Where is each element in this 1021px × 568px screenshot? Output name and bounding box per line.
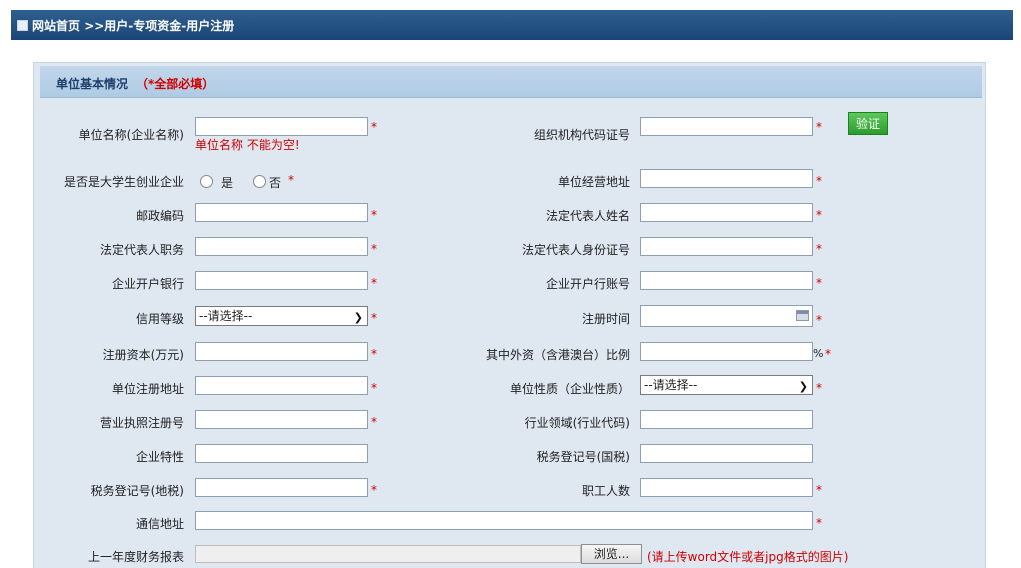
label-student-startup: 是否是大学生创业企业: [63, 175, 184, 189]
required-mark: *: [816, 242, 822, 256]
bank-input[interactable]: [195, 271, 368, 290]
label-bank: 企业开户银行: [111, 277, 184, 291]
required-mark: *: [825, 347, 831, 361]
required-mark: *: [371, 120, 377, 134]
reg-date-input[interactable]: [640, 305, 813, 327]
label-unit-name: 单位名称(企业名称): [78, 128, 184, 142]
browse-button[interactable]: 浏览...: [581, 544, 642, 564]
breadcrumb-path: >>用户-专项资金-用户注册: [80, 19, 235, 33]
label-reg-address: 单位注册地址: [111, 382, 184, 396]
required-mark: *: [371, 208, 377, 222]
license-no-input[interactable]: [195, 410, 368, 429]
required-mark: *: [371, 276, 377, 290]
label-legal-rep-name: 法定代表人姓名: [545, 209, 630, 223]
label-legal-rep-title: 法定代表人职务: [99, 243, 184, 257]
label-license-no: 营业执照注册号: [99, 416, 184, 430]
credit-level-value: --请选择--: [199, 309, 253, 323]
required-mark: *: [371, 483, 377, 497]
bank-account-input[interactable]: [640, 271, 813, 290]
home-link[interactable]: 网站首页: [32, 19, 80, 33]
org-code-input[interactable]: [640, 117, 813, 136]
radio-no[interactable]: [253, 175, 266, 188]
features-input[interactable]: [195, 444, 368, 463]
postcode-input[interactable]: [195, 203, 368, 222]
radio-yes-label: 是: [221, 176, 234, 190]
required-mark: *: [288, 173, 294, 187]
legal-rep-title-input[interactable]: [195, 237, 368, 256]
radio-yes[interactable]: [200, 175, 213, 188]
required-mark: *: [816, 516, 822, 530]
label-tax-national: 税务登记号(国税): [536, 450, 630, 464]
calendar-icon[interactable]: [796, 310, 809, 321]
label-tax-local: 税务登记号(地税): [90, 484, 184, 498]
label-last-year-report: 上一年度财务报表: [87, 550, 184, 564]
required-mark: *: [371, 347, 377, 361]
square-icon: [17, 20, 28, 31]
staff-count-input[interactable]: [640, 478, 813, 497]
label-mail-address: 通信地址: [135, 517, 184, 531]
reg-capital-input[interactable]: [195, 342, 368, 361]
required-mark: *: [816, 276, 822, 290]
required-mark: *: [816, 381, 822, 395]
label-credit-level: 信用等级: [135, 312, 184, 326]
credit-level-select[interactable]: --请选择-- ❯: [195, 306, 368, 326]
section-header: 单位基本情况 （*全部必填）: [40, 66, 982, 98]
top-nav-bar: 网站首页 >>用户-专项资金-用户注册: [11, 10, 1013, 40]
label-reg-date: 注册时间: [581, 312, 630, 326]
label-postcode: 邮政编码: [135, 209, 184, 223]
required-mark: *: [816, 120, 822, 134]
section-note: （*全部必填）: [136, 77, 215, 91]
label-reg-capital: 注册资本(万元): [102, 348, 184, 362]
unit-name-input[interactable]: [195, 117, 368, 136]
label-features: 企业特性: [135, 450, 184, 464]
required-mark: *: [371, 242, 377, 256]
percent-sign: %: [813, 347, 824, 360]
label-industry: 行业领域(行业代码): [524, 416, 630, 430]
required-mark: *: [816, 208, 822, 222]
label-business-address: 单位经营地址: [557, 175, 630, 189]
breadcrumb: 网站首页 >>用户-专项资金-用户注册: [32, 17, 234, 34]
radio-no-label: 否: [269, 176, 282, 190]
required-mark: *: [371, 381, 377, 395]
tax-local-input[interactable]: [195, 478, 368, 497]
legal-rep-name-input[interactable]: [640, 203, 813, 222]
business-address-input[interactable]: [640, 169, 813, 188]
industry-input[interactable]: [640, 410, 813, 429]
unit-name-error: 单位名称 不能为空!: [195, 138, 300, 152]
required-mark: *: [816, 313, 822, 327]
chevron-down-icon: ❯: [353, 311, 363, 324]
label-bank-account: 企业开户行账号: [545, 277, 630, 291]
mail-address-input[interactable]: [195, 511, 813, 530]
label-foreign-ratio: 其中外资（含港澳台）比例: [485, 348, 630, 362]
tax-national-input[interactable]: [640, 444, 813, 463]
reg-address-input[interactable]: [195, 376, 368, 395]
section-title: 单位基本情况: [56, 77, 129, 91]
required-mark: *: [816, 174, 822, 188]
upload-hint: (请上传word文件或者jpg格式的图片): [647, 550, 849, 564]
nature-select[interactable]: --请选择-- ❯: [640, 375, 813, 395]
label-nature: 单位性质（企业性质）: [509, 382, 630, 396]
required-mark: *: [816, 483, 822, 497]
foreign-ratio-input[interactable]: [640, 342, 813, 361]
file-path-field[interactable]: [195, 545, 581, 563]
chevron-down-icon: ❯: [798, 380, 808, 393]
nature-value: --请选择--: [644, 378, 698, 392]
required-mark: *: [371, 415, 377, 429]
verify-button[interactable]: 验证: [848, 112, 888, 135]
legal-rep-id-input[interactable]: [640, 237, 813, 256]
required-mark: *: [371, 311, 377, 325]
label-legal-rep-id: 法定代表人身份证号: [521, 243, 630, 257]
label-org-code: 组织机构代码证号: [533, 128, 630, 142]
label-staff-count: 职工人数: [581, 484, 630, 498]
